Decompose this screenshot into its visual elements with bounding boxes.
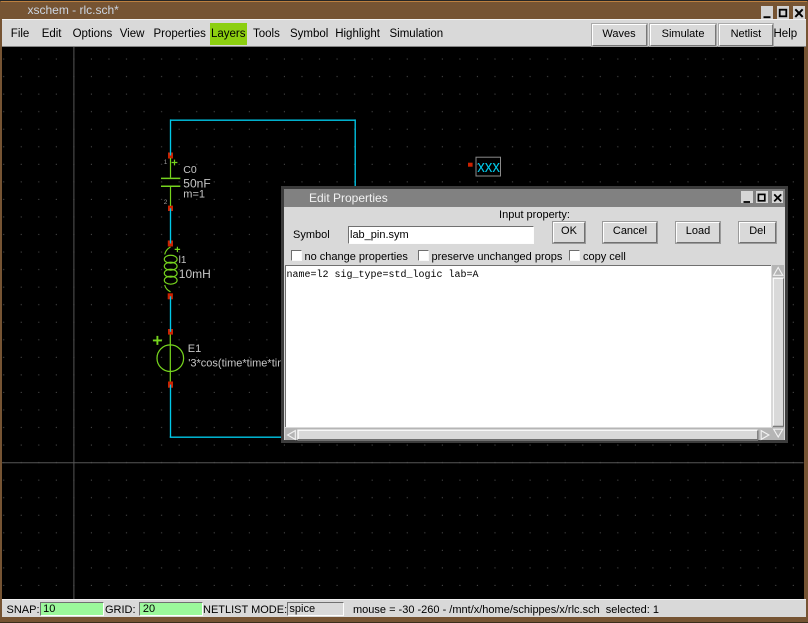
svg-text:m=1: m=1 <box>183 189 205 201</box>
svg-text:C0: C0 <box>183 164 197 176</box>
svg-text:2: 2 <box>164 199 168 206</box>
svg-text:10mH: 10mH <box>179 267 211 281</box>
svg-text:l1: l1 <box>179 255 187 266</box>
svg-text:1: 1 <box>164 159 168 166</box>
svg-text:xxx: xxx <box>477 158 500 176</box>
svg-text:E1: E1 <box>188 343 201 355</box>
